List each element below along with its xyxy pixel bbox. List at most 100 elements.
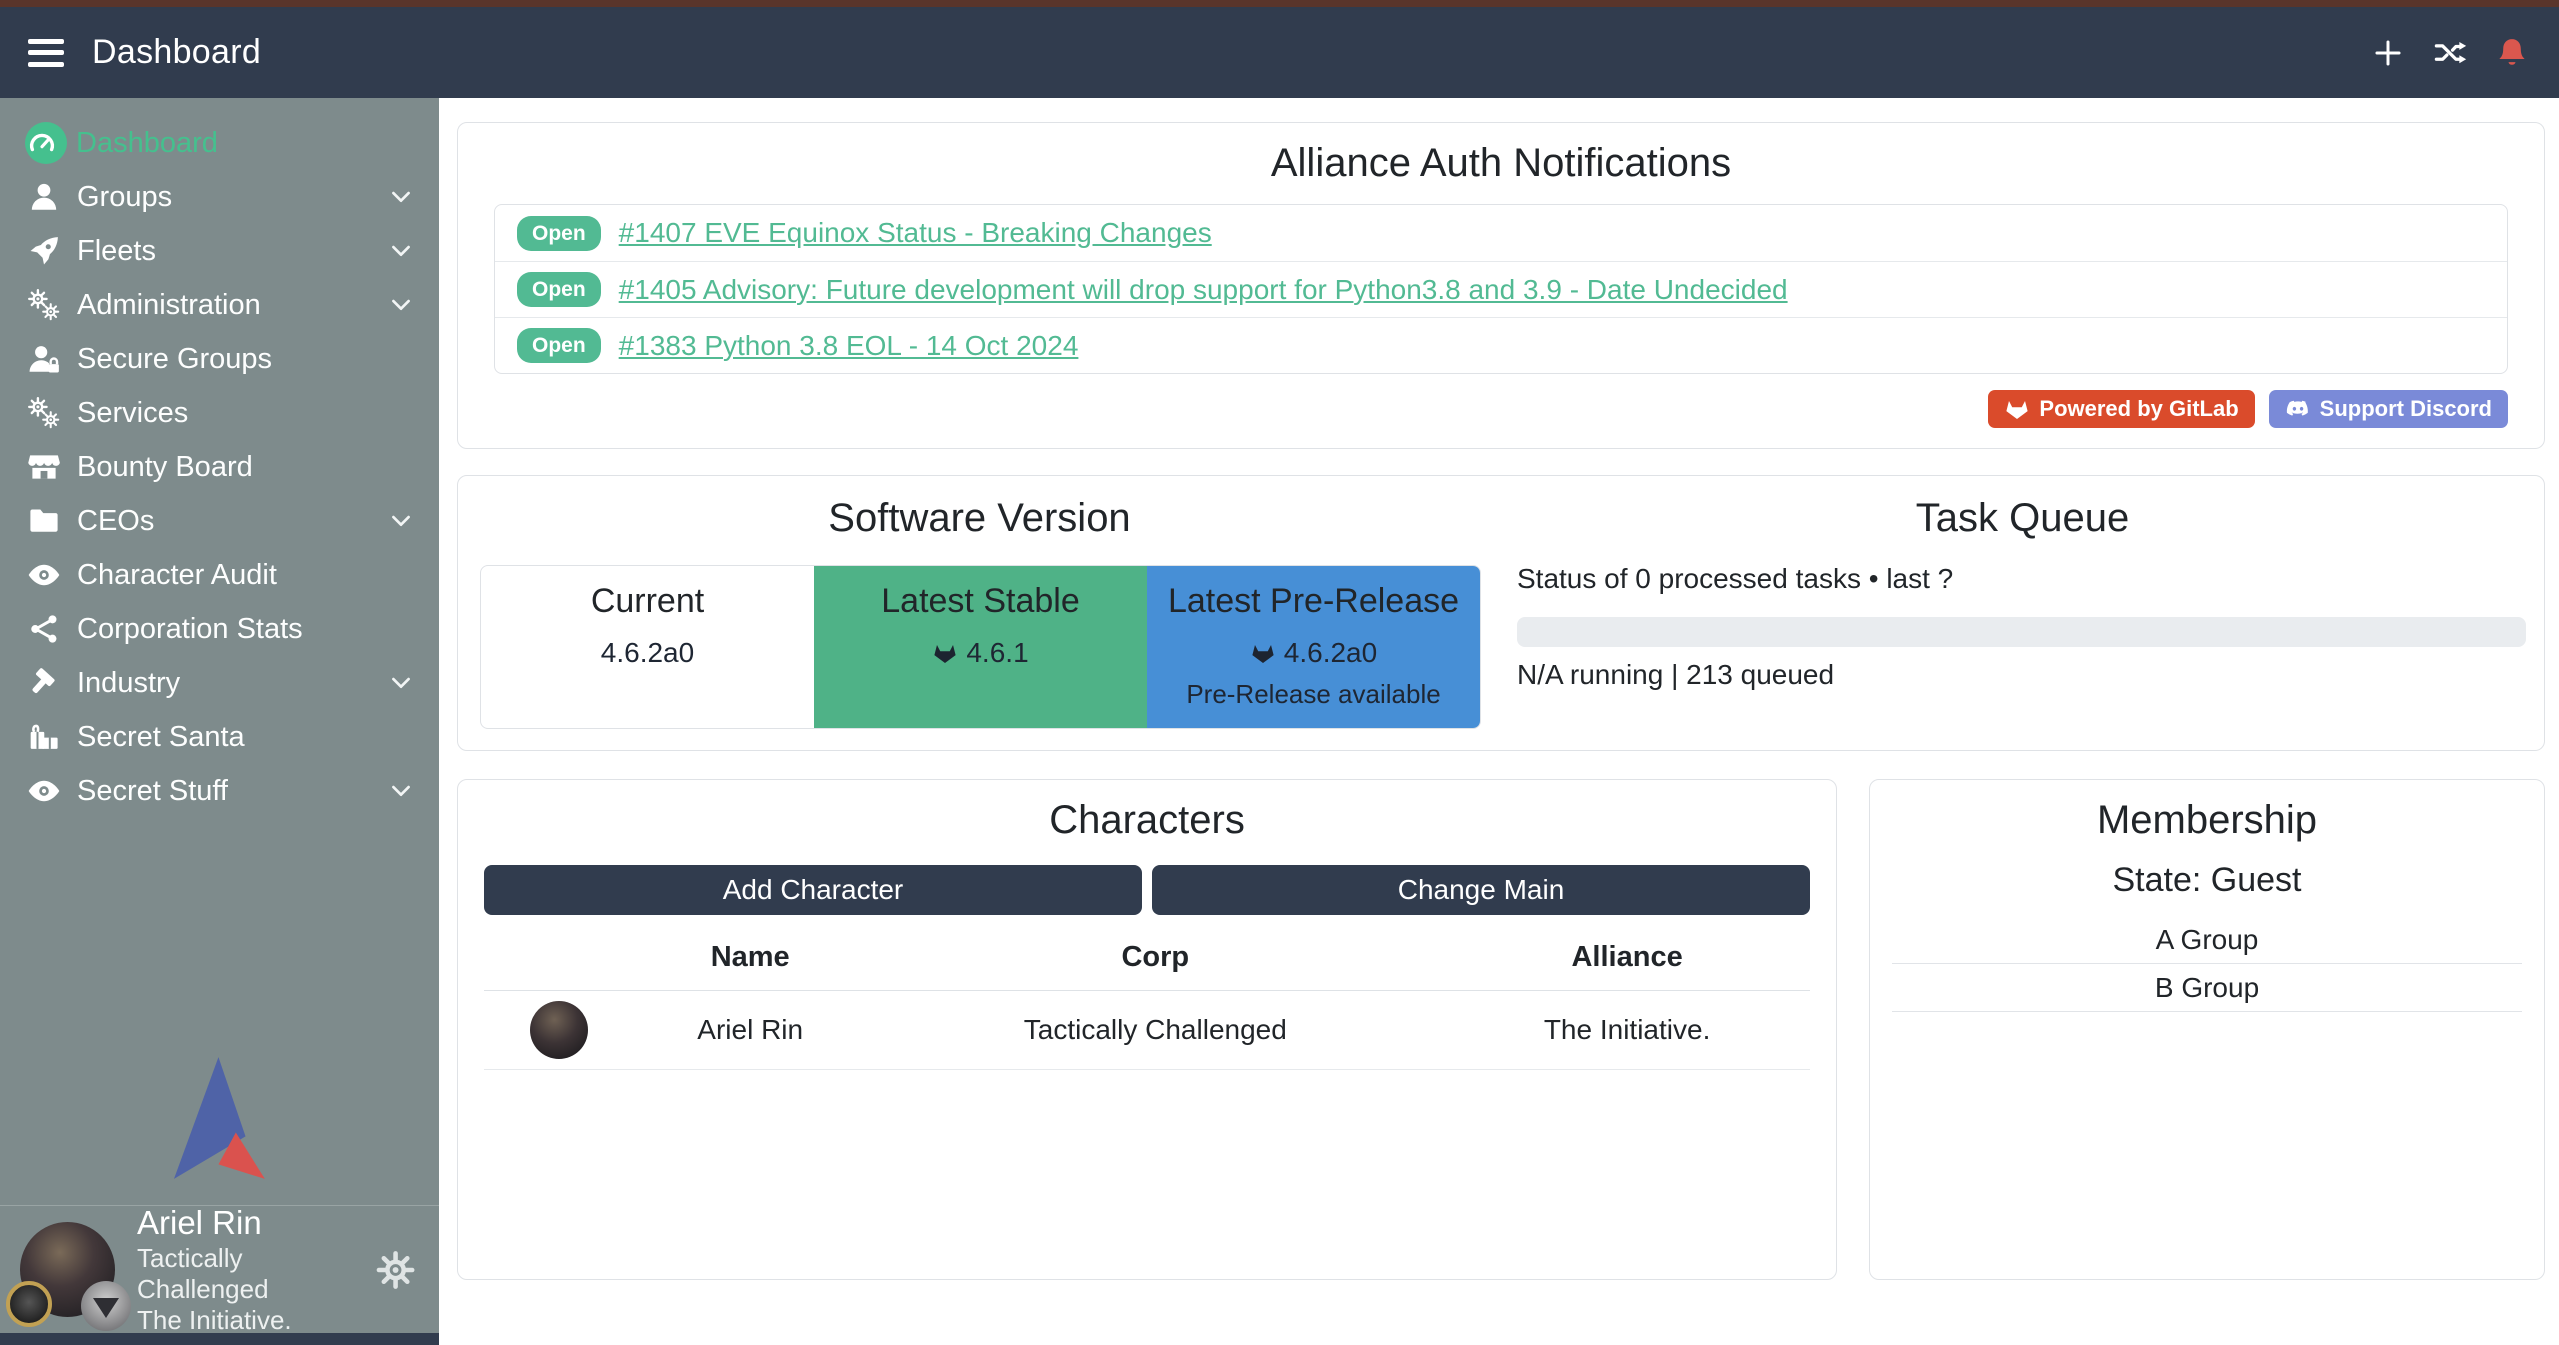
eye-icon [27,773,67,809]
sidebar-item-label: Fleets [77,235,156,268]
group-list-item: B Group [1892,964,2522,1012]
sidebar-item-corporation-stats[interactable]: Corporation Stats [0,602,439,656]
sidebar-bottom-strip [0,1333,439,1345]
sidebar-item-character-audit[interactable]: Character Audit [0,548,439,602]
task-queue-section: Task Queue Status of 0 processed tasks •… [1501,496,2544,730]
chevron-down-icon [387,183,415,211]
sidebar-item-bounty-board[interactable]: Bounty Board [0,440,439,494]
alliance-column-header: Alliance [1444,927,1810,991]
notification-link[interactable]: #1383 Python 3.8 EOL - 14 Oct 2024 [619,330,1079,362]
software-version-title: Software Version [458,496,1501,541]
membership-groups-list: A Group B Group [1892,916,2522,1012]
sidebar-item-label: Industry [77,667,180,700]
hammer-icon [27,665,67,701]
sidebar-user-panel: Ariel Rin Tactically Challenged The Init… [0,1205,439,1333]
character-corp: Tactically Challenged [866,991,1444,1070]
version-number: 4.6.2a0 [1147,637,1480,669]
group-list-item: A Group [1892,916,2522,964]
powered-by-gitlab-badge[interactable]: Powered by GitLab [1988,390,2254,428]
sidebar: Dashboard Groups Fleets Administration S… [0,98,439,1345]
page: Dashboard Dashboard Groups Fleets [0,0,2559,1345]
gifts-icon [27,719,67,755]
user-info: Ariel Rin Tactically Challenged The Init… [137,1203,376,1336]
prerelease-note: Pre-Release available [1147,679,1480,710]
notifications-footer: Powered by GitLab Support Discord [494,390,2508,428]
sidebar-item-dashboard[interactable]: Dashboard [0,116,439,170]
bell-icon[interactable] [2495,36,2529,70]
badge-label: Support Discord [2320,396,2492,422]
sidebar-item-industry[interactable]: Industry [0,656,439,710]
main-content: Alliance Auth Notifications Open #1407 E… [439,98,2559,1345]
rocket-icon [27,233,67,269]
version-text: 4.6.1 [966,637,1028,669]
sidebar-item-ceos[interactable]: CEOs [0,494,439,548]
sidebar-item-label: Secret Santa [77,721,245,754]
notification-link[interactable]: #1407 EVE Equinox Status - Breaking Chan… [619,217,1212,249]
table-row: Ariel Rin Tactically Challenged The Init… [484,991,1810,1070]
sidebar-item-fleets[interactable]: Fleets [0,224,439,278]
character-name: Ariel Rin [634,991,866,1070]
portrait-column-header [484,927,634,991]
sidebar-item-groups[interactable]: Groups [0,170,439,224]
notification-link[interactable]: #1405 Advisory: Future development will … [619,274,1788,306]
character-avatar [530,1001,588,1059]
gitlab-icon [2004,396,2030,422]
version-taskqueue-card: Software Version Current 4.6.2a0 Latest … [457,475,2545,751]
character-alliance: The Initiative. [1444,991,1810,1070]
task-queue-title: Task Queue [1501,496,2544,541]
user-avatar [20,1222,115,1317]
navbar-actions [2371,36,2529,70]
status-badge: Open [517,272,601,307]
characters-table: Name Corp Alliance Ariel Rin Tactically … [484,927,1810,1070]
dashboard-gauge-icon [25,122,67,164]
task-queue-progress-bar [1517,617,2526,647]
character-portrait-cell [484,991,634,1070]
badge-label: Powered by GitLab [2039,396,2238,422]
corp-logo-badge [6,1281,52,1327]
version-label: Current [481,582,814,621]
gears-icon [27,395,67,431]
version-box: Current 4.6.2a0 Latest Stable 4.6.1 Late… [480,565,1481,729]
characters-buttons: Add Character Change Main [484,865,1810,915]
chevron-down-icon [387,777,415,805]
user-alliance: The Initiative. [137,1305,376,1336]
sidebar-item-label: Secret Stuff [77,775,228,808]
version-prerelease-cell: Latest Pre-Release 4.6.2a0 Pre-Release a… [1147,566,1480,728]
notification-row: Open #1405 Advisory: Future development … [495,261,2507,317]
characters-card: Characters Add Character Change Main Nam… [457,779,1837,1280]
sidebar-item-services[interactable]: Services [0,386,439,440]
user-icon [27,179,67,215]
notifications-title: Alliance Auth Notifications [494,141,2508,186]
task-queue-counts: N/A running | 213 queued [1517,659,2526,691]
membership-state: State: Guest [1892,861,2522,900]
table-header-row: Name Corp Alliance [484,927,1810,991]
page-title: Dashboard [92,33,261,72]
version-number: 4.6.1 [814,637,1147,669]
version-label: Latest Pre-Release [1147,582,1480,621]
corp-column-header: Corp [866,927,1444,991]
change-main-button[interactable]: Change Main [1152,865,1810,915]
sidebar-item-label: CEOs [77,505,154,538]
shuffle-icon[interactable] [2433,36,2467,70]
membership-card: Membership State: Guest A Group B Group [1869,779,2545,1280]
sidebar-item-secure-groups[interactable]: Secure Groups [0,332,439,386]
version-text: 4.6.2a0 [1284,637,1377,669]
user-settings-gear-icon[interactable] [376,1250,415,1290]
hamburger-menu-icon[interactable] [28,39,64,67]
chevron-down-icon [387,237,415,265]
software-version-section: Software Version Current 4.6.2a0 Latest … [458,496,1501,730]
sidebar-item-secret-stuff[interactable]: Secret Stuff [0,764,439,818]
version-number: 4.6.2a0 [481,637,814,669]
chevron-down-icon [387,291,415,319]
sidebar-item-label: Bounty Board [77,451,253,484]
sidebar-item-secret-santa[interactable]: Secret Santa [0,710,439,764]
alliance-auth-logo [158,1055,274,1183]
storefront-icon [27,449,67,485]
gitlab-icon [932,640,958,666]
support-discord-badge[interactable]: Support Discord [2269,390,2508,428]
sidebar-item-administration[interactable]: Administration [0,278,439,332]
version-stable-cell: Latest Stable 4.6.1 [814,566,1147,728]
add-character-button[interactable]: Add Character [484,865,1142,915]
notifications-list: Open #1407 EVE Equinox Status - Breaking… [494,204,2508,374]
plus-icon[interactable] [2371,36,2405,70]
